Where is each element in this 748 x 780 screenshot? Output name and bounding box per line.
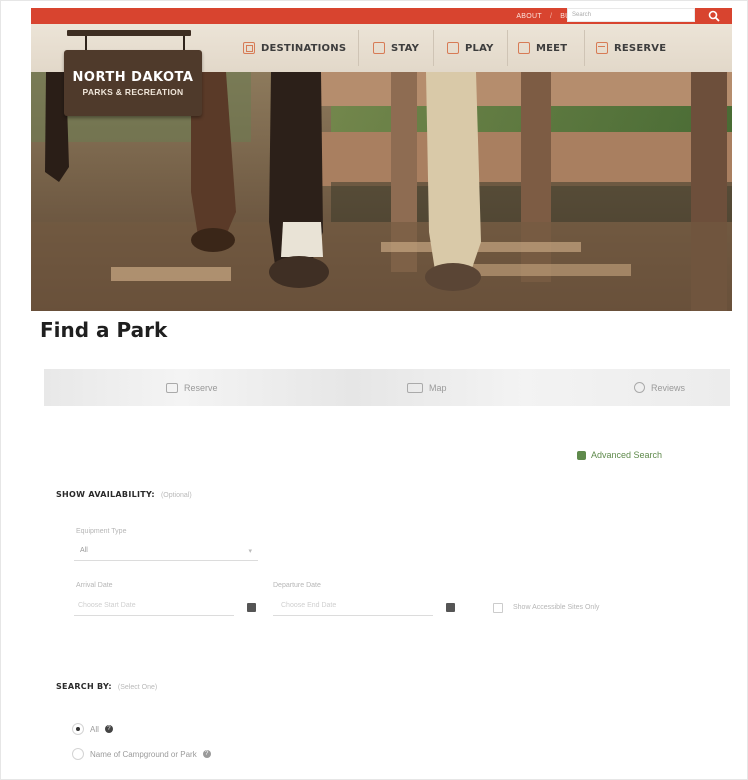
nav-label: PLAY xyxy=(465,42,494,54)
advanced-search-link[interactable]: Advanced Search xyxy=(577,450,662,460)
search-by-select-one: (Select One) xyxy=(117,684,158,691)
search-icon xyxy=(708,10,720,22)
availability-optional: (Optional) xyxy=(160,492,192,499)
brand-logo-sign[interactable]: NORTH DAKOTA PARKS & RECREATION xyxy=(64,50,202,116)
tab-label: Map xyxy=(429,382,447,393)
help-icon[interactable]: ? xyxy=(202,750,211,758)
accessible-sites-checkbox[interactable] xyxy=(493,603,503,613)
chevron-down-icon: ▾ xyxy=(248,548,252,555)
hiker-icon xyxy=(447,42,459,54)
nav-label: DESTINATIONS xyxy=(261,42,347,54)
brand-subtitle: PARKS & RECREATION xyxy=(82,86,184,97)
arrival-date-label: Arrival Date xyxy=(76,582,113,589)
search-by-option-name[interactable]: Name of Campground or Park ? xyxy=(72,748,211,760)
nav-divider xyxy=(507,30,508,66)
calendar-icon xyxy=(596,42,608,54)
nav-divider xyxy=(433,30,434,66)
nav-item-stay[interactable]: STAY xyxy=(373,24,419,72)
tab-label: Reviews xyxy=(651,382,686,393)
tab-reserve[interactable]: Reserve xyxy=(166,369,218,406)
availability-heading: SHOW AVAILABILITY: (Optional) xyxy=(56,490,192,499)
page-title: Find a Park xyxy=(40,318,168,342)
nav-divider xyxy=(584,30,585,66)
nav-item-reserve[interactable]: RESERVE xyxy=(596,24,666,72)
equipment-type-select[interactable]: All ▾ xyxy=(74,542,258,561)
radio-dot xyxy=(76,727,80,731)
sign-chain xyxy=(183,36,185,50)
about-link[interactable]: ABOUT xyxy=(516,13,542,20)
brand-name: NORTH DAKOTA xyxy=(72,69,194,85)
search-by-option-all[interactable]: All ? xyxy=(72,723,113,735)
departure-date-input[interactable]: Choose End Date xyxy=(273,597,433,616)
utility-separator: / xyxy=(549,12,553,20)
equipment-type-label: Equipment Type xyxy=(76,528,127,535)
nav-label: MEET xyxy=(536,42,568,54)
tab-label: Reserve xyxy=(184,382,218,393)
nav-item-meet[interactable]: MEET xyxy=(518,24,567,72)
binoculars-icon xyxy=(577,450,586,460)
nav-divider xyxy=(358,30,359,66)
site-search-input[interactable]: Search xyxy=(567,8,695,22)
advanced-search-label: Advanced Search xyxy=(591,450,663,460)
radio-selected[interactable] xyxy=(72,723,84,735)
reserve-icon xyxy=(166,382,178,393)
nav-item-play[interactable]: PLAY xyxy=(447,24,494,72)
people-icon xyxy=(518,42,530,54)
accessible-sites-label: Show Accessible Sites Only xyxy=(513,604,600,611)
search-by-title: SEARCH BY: xyxy=(56,682,112,691)
radio-unselected[interactable] xyxy=(72,748,84,760)
cabin-icon xyxy=(373,42,385,54)
sign-chain xyxy=(85,36,87,50)
equipment-type-value: All xyxy=(80,547,88,554)
calendar-icon[interactable] xyxy=(247,603,256,612)
nav-label: STAY xyxy=(391,42,420,54)
map-icon xyxy=(243,42,255,54)
option-label: Name of Campground or Park xyxy=(90,749,197,759)
availability-title: SHOW AVAILABILITY: xyxy=(56,490,155,499)
arrival-date-input[interactable]: Choose Start Date xyxy=(74,597,234,616)
search-button[interactable] xyxy=(695,8,732,24)
arrival-date-placeholder: Choose Start Date xyxy=(78,602,136,609)
departure-date-placeholder: Choose End Date xyxy=(281,602,337,609)
chat-icon xyxy=(634,382,645,393)
tab-map[interactable]: Map xyxy=(407,369,447,406)
nav-label: RESERVE xyxy=(614,42,667,54)
view-tabs: Reserve Map Reviews xyxy=(44,369,730,406)
utility-bar: ABOUT / BUSINESS Search xyxy=(31,8,732,24)
calendar-icon[interactable] xyxy=(446,603,455,612)
map-icon xyxy=(407,382,423,393)
search-by-heading: SEARCH BY: (Select One) xyxy=(56,682,157,691)
nav-item-destinations[interactable]: DESTINATIONS xyxy=(243,24,346,72)
tab-reviews[interactable]: Reviews xyxy=(634,369,685,406)
option-label: All xyxy=(90,724,99,734)
departure-date-label: Departure Date xyxy=(273,582,321,589)
help-icon[interactable]: ? xyxy=(104,725,113,733)
